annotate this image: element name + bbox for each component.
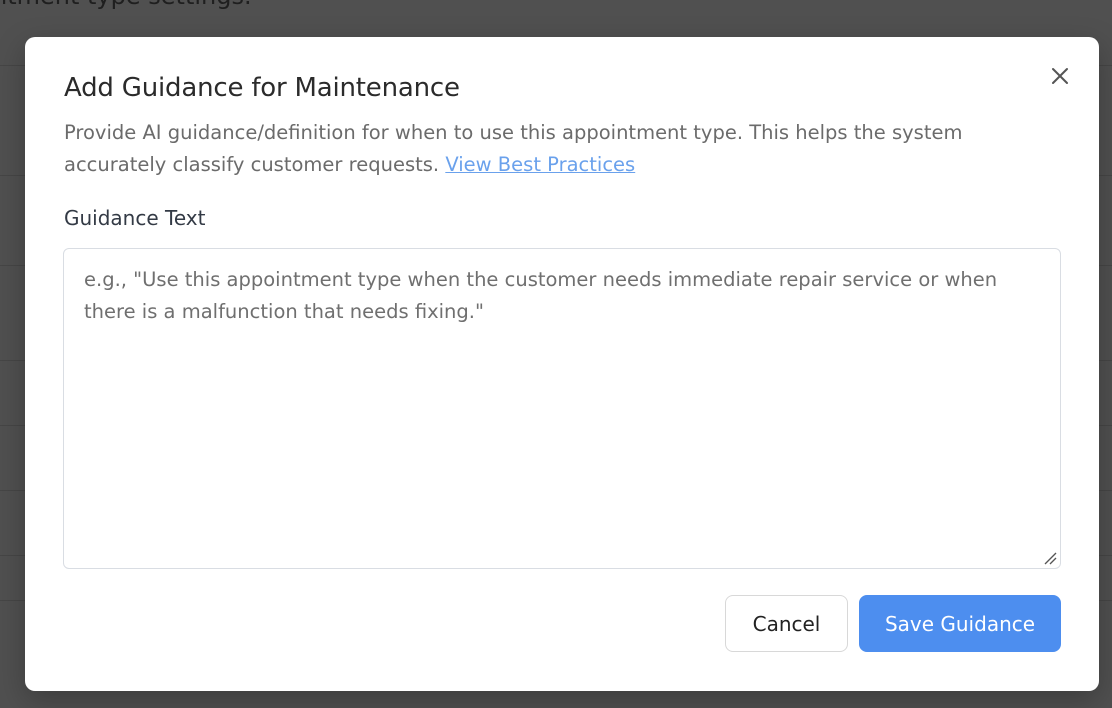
dialog-title: Add Guidance for Maintenance — [64, 73, 460, 103]
close-icon — [1052, 68, 1068, 84]
cancel-button[interactable]: Cancel — [725, 595, 848, 652]
close-button[interactable] — [1049, 65, 1071, 87]
resize-handle-icon[interactable] — [1043, 551, 1057, 565]
view-best-practices-link[interactable]: View Best Practices — [445, 153, 635, 176]
dialog-description: Provide AI guidance/definition for when … — [64, 117, 1024, 181]
guidance-text-label: Guidance Text — [64, 206, 206, 230]
background-page-title: ntment type settings. — [0, 0, 252, 10]
guidance-textarea-container — [63, 248, 1061, 569]
guidance-textarea[interactable] — [64, 249, 1060, 568]
guidance-dialog: Add Guidance for Maintenance Provide AI … — [25, 37, 1099, 691]
save-guidance-button[interactable]: Save Guidance — [859, 595, 1061, 652]
